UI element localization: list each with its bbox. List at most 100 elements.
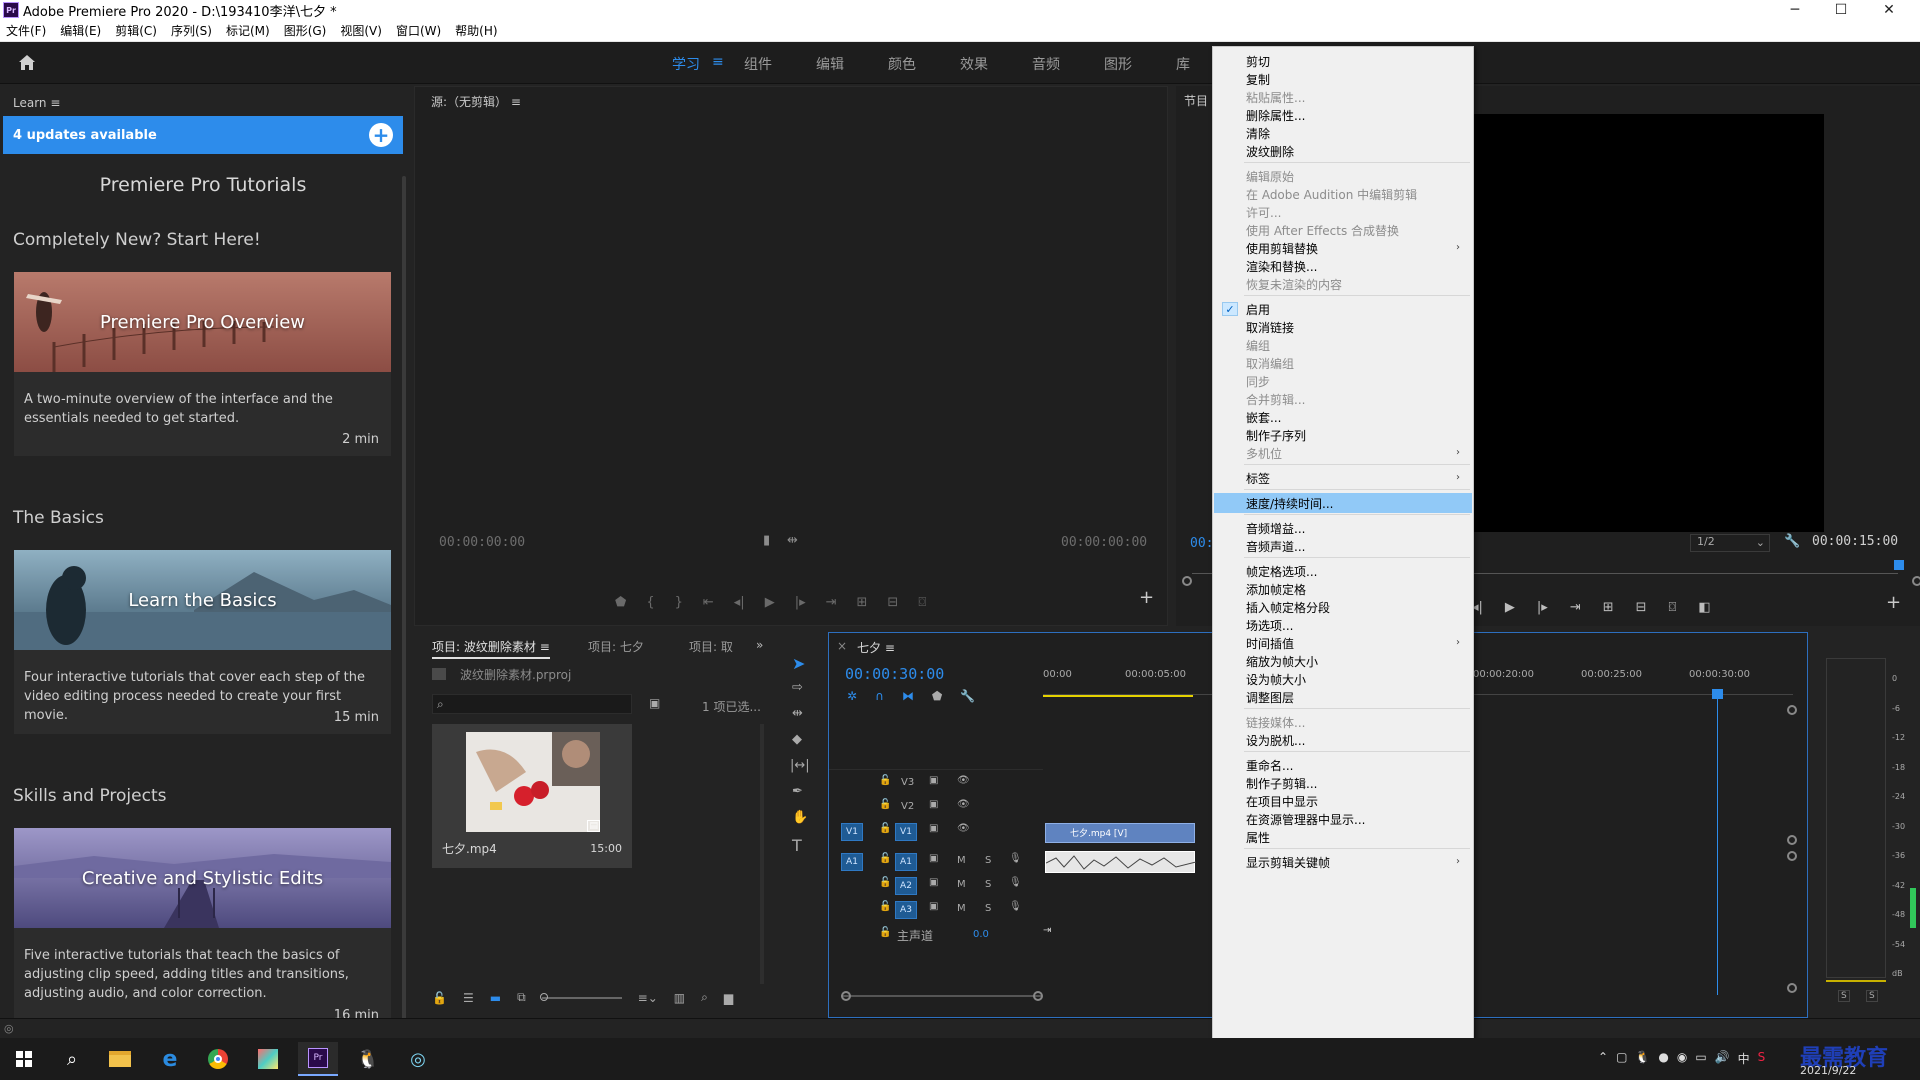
close-icon[interactable]: × — [837, 639, 847, 653]
vertical-zoom-handle[interactable] — [1787, 983, 1797, 993]
track-label-v3[interactable]: V3 — [901, 777, 914, 795]
context-menu-item[interactable]: 剪切 — [1214, 51, 1472, 71]
learn-scrollbar[interactable] — [402, 176, 406, 1056]
context-menu-item[interactable]: 调整图层 — [1214, 687, 1472, 707]
menu-edit[interactable]: 编辑(E) — [60, 22, 101, 39]
search-input[interactable]: ⌕ — [432, 694, 632, 714]
go-to-out-icon[interactable]: ⇥ — [1570, 600, 1581, 615]
context-menu-item[interactable]: 设为帧大小 — [1214, 669, 1472, 689]
windows-start-icon[interactable] — [4, 1042, 44, 1076]
context-menu-item[interactable]: 属性 — [1214, 827, 1472, 847]
wrench-icon[interactable]: 🔧 — [1784, 534, 1800, 549]
zoom-handle-right[interactable] — [1912, 576, 1920, 586]
safe-margins-icon[interactable]: ⇹ — [787, 533, 798, 548]
tutorial-card-creative[interactable]: Creative and Stylistic Edits Five intera… — [14, 828, 391, 1018]
sync-lock-icon[interactable]: ▣ — [929, 799, 938, 817]
linked-selection-icon[interactable]: ⧓ — [902, 689, 914, 703]
security-icon[interactable]: ◉ — [1677, 1050, 1687, 1067]
wechat-icon[interactable]: ● — [1658, 1050, 1668, 1067]
file-explorer-icon[interactable] — [100, 1042, 140, 1076]
snap-icon[interactable]: ∩ — [875, 689, 884, 703]
menu-marker[interactable]: 标记(M) — [226, 22, 270, 39]
more-tabs-icon[interactable]: » — [756, 638, 763, 652]
timeline-video-clip[interactable]: 七夕.mp4 [V] — [1045, 823, 1195, 843]
context-menu-item[interactable]: 复制 — [1214, 69, 1472, 89]
source-patch-a1[interactable]: A1 — [841, 853, 863, 871]
insert-icon[interactable]: ⊞ — [857, 595, 868, 610]
slip-tool-icon[interactable]: |↔| — [790, 758, 810, 773]
drop-in-icon[interactable]: ▮ — [763, 533, 770, 548]
project-scrollbar[interactable] — [760, 724, 764, 984]
source-monitor-header[interactable]: 源:（无剪辑） ≡ — [431, 93, 521, 110]
nest-icon[interactable]: ✲ — [847, 689, 857, 703]
vertical-zoom-handle[interactable] — [1787, 851, 1797, 861]
track-target-a1[interactable]: A1 — [895, 853, 917, 871]
notification-icon[interactable]: ▢ — [1616, 1050, 1627, 1067]
new-bin-from-search-icon[interactable]: ▣ — [649, 696, 660, 710]
lock-icon[interactable]: 🔓 — [879, 927, 891, 945]
step-back-icon[interactable]: ◂| — [734, 595, 745, 610]
menu-sequence[interactable]: 序列(S) — [171, 22, 212, 39]
context-menu-item[interactable]: 制作子序列 — [1214, 425, 1472, 445]
context-menu-item[interactable]: 清除 — [1214, 123, 1472, 143]
network-icon[interactable]: ▭ — [1695, 1050, 1706, 1067]
workspace-tab-audio[interactable]: 音频 — [1032, 54, 1060, 74]
ime-icon[interactable]: 中 — [1738, 1050, 1750, 1067]
program-timecode-left[interactable]: 00: — [1190, 536, 1213, 551]
workspace-tab-graphics[interactable]: 图形 — [1104, 54, 1132, 74]
go-to-end-icon[interactable]: ⇥ — [1043, 925, 1051, 943]
scroll-handle-right[interactable] — [1033, 991, 1043, 1001]
track-target-a2[interactable]: A2 — [895, 877, 917, 895]
context-menu-item[interactable]: 使用剪辑替换 › — [1214, 238, 1472, 258]
panel-menu-icon[interactable]: ≡ — [540, 640, 550, 654]
learn-panel-header[interactable]: Learn ≡ — [13, 96, 60, 110]
export-frame-icon[interactable]: ⌼ — [918, 595, 926, 610]
hand-tool-icon[interactable]: ✋ — [792, 810, 808, 825]
clip-thumbnail-card[interactable]: ▤ 七夕.mp4 15:00 — [432, 724, 632, 868]
razor-tool-icon[interactable]: ◆ — [792, 732, 802, 747]
chevron-up-icon[interactable]: ⌃ — [1598, 1050, 1608, 1067]
sync-lock-icon[interactable]: ▣ — [929, 823, 938, 841]
ripple-edit-tool-icon[interactable]: ⇹ — [792, 706, 803, 721]
microphone-icon[interactable]: 🎙 — [1009, 853, 1022, 871]
panel-menu-icon[interactable]: ≡ — [511, 95, 521, 109]
icon-view-icon[interactable]: ▬ — [490, 991, 501, 1005]
microphone-icon[interactable]: 🎙 — [1009, 877, 1022, 895]
microphone-icon[interactable]: 🎙 — [1009, 901, 1022, 919]
solo-left-button[interactable]: S — [1838, 990, 1850, 1002]
track-select-tool-icon[interactable]: ⇨ — [792, 680, 803, 695]
playback-resolution-select[interactable]: 1/2 ⌄ — [1690, 534, 1770, 552]
ie-browser-icon[interactable]: e — [150, 1042, 190, 1076]
workspace-menu-icon[interactable]: ≡ — [712, 54, 724, 70]
qq-icon[interactable]: 🐧 — [348, 1042, 388, 1076]
selection-tool-icon[interactable]: ➤ — [792, 654, 805, 673]
workspace-tab-effects[interactable]: 效果 — [960, 54, 988, 74]
add-button-icon[interactable]: + — [1886, 592, 1901, 613]
step-forward-icon[interactable]: |▸ — [795, 595, 806, 610]
volume-icon[interactable]: 🔊 — [1715, 1050, 1730, 1067]
sync-lock-icon[interactable]: ▣ — [929, 877, 938, 895]
menu-help[interactable]: 帮助(H) — [455, 22, 497, 39]
updates-banner[interactable]: 4 updates available + — [3, 116, 403, 154]
extract-icon[interactable]: ⊟ — [1636, 600, 1647, 615]
workspace-tab-color[interactable]: 颜色 — [888, 54, 916, 74]
step-forward-icon[interactable]: |▸ — [1537, 600, 1548, 615]
mark-out-icon[interactable]: } — [675, 595, 683, 610]
master-volume-value[interactable]: 0.0 — [973, 929, 989, 947]
type-tool-icon[interactable]: T — [792, 836, 802, 855]
track-target-v1[interactable]: V1 — [895, 823, 917, 841]
search-icon[interactable]: ⌕ — [52, 1042, 92, 1076]
vertical-zoom-handle[interactable] — [1787, 705, 1797, 715]
program-monitor-title[interactable]: 节目 — [1184, 92, 1208, 109]
minimize-button[interactable]: ─ — [1772, 0, 1818, 20]
zoom-slider-handle[interactable] — [539, 992, 548, 1001]
lock-icon[interactable]: 🔓 — [879, 853, 891, 871]
new-bin-icon[interactable]: ▆ — [724, 991, 733, 1005]
eye-icon[interactable]: 👁 — [957, 823, 970, 841]
lock-icon[interactable]: 🔓 — [879, 823, 891, 841]
premiere-taskbar-icon[interactable]: Pr — [298, 1042, 338, 1076]
lock-icon[interactable]: 🔓 — [879, 775, 891, 793]
sort-icon[interactable]: ≡⌄ — [638, 991, 658, 1005]
mute-button[interactable]: M — [957, 903, 966, 921]
context-menu-item[interactable]: 音频增益... — [1214, 518, 1472, 538]
